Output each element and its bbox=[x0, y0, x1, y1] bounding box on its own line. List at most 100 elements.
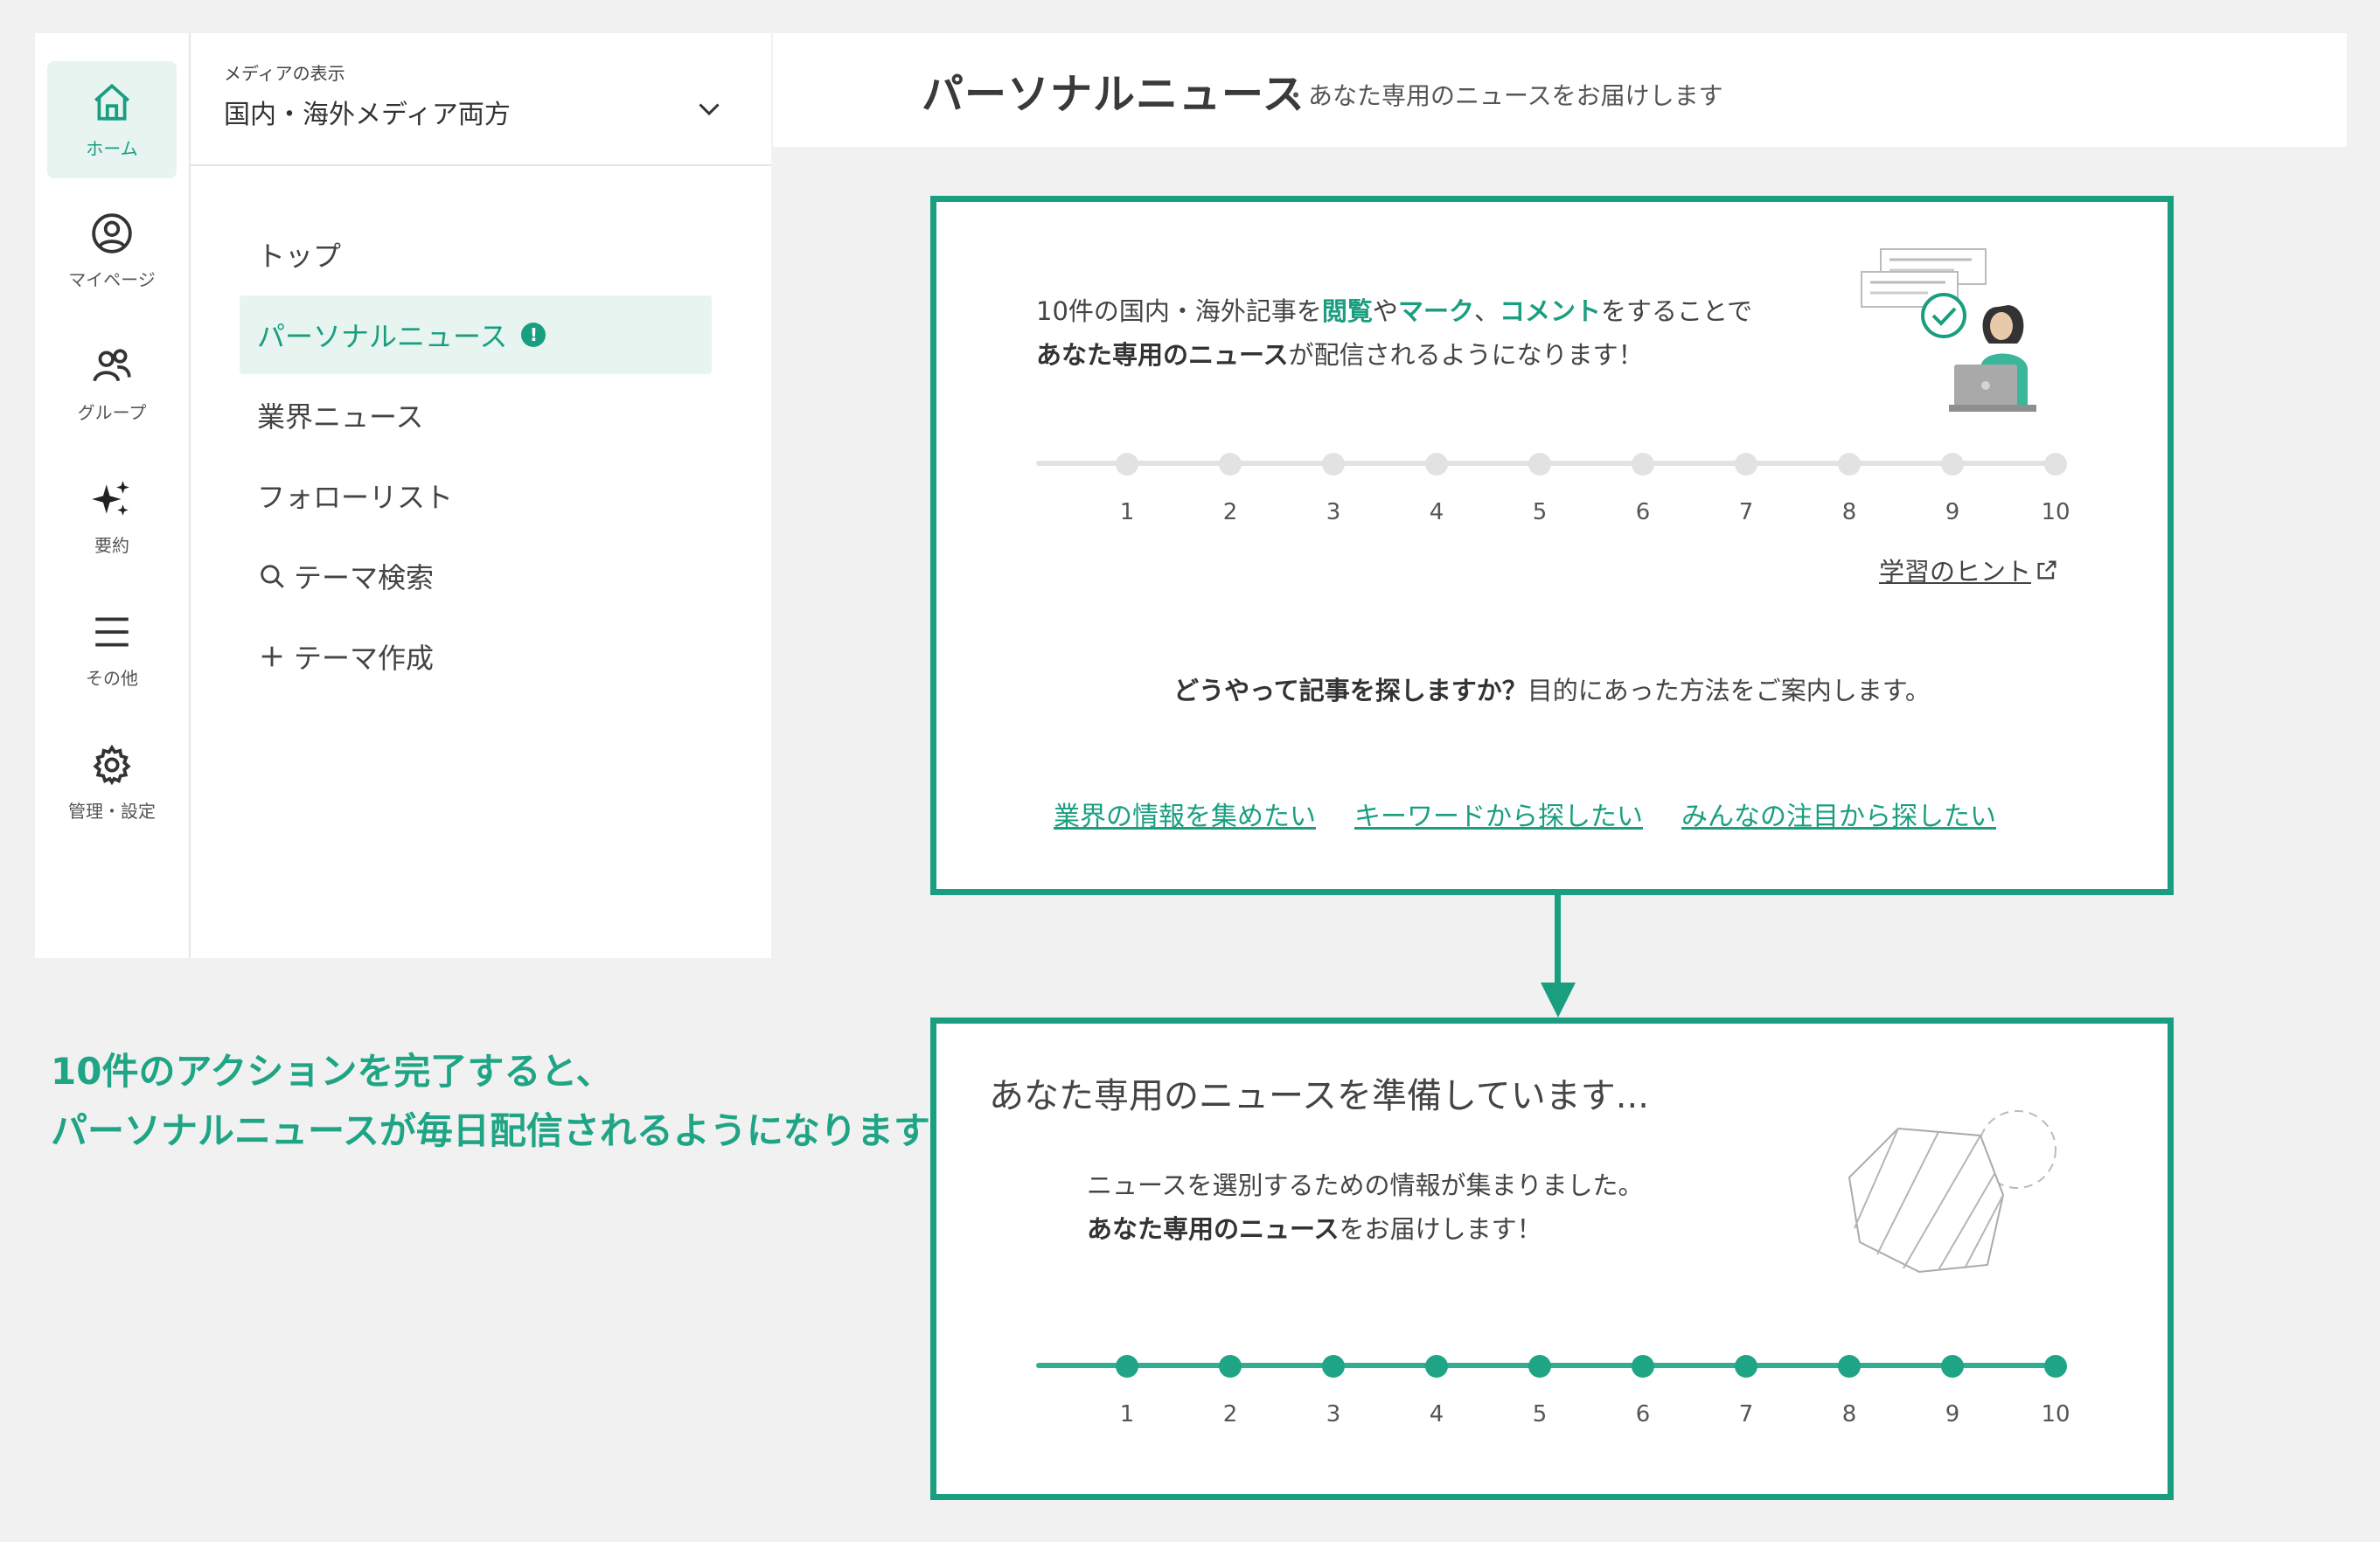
preparing-text-bold: あなた専用のニュース bbox=[1087, 1214, 1340, 1244]
progress-after-step-label: 2 bbox=[1222, 1401, 1238, 1427]
chevron-down-icon bbox=[699, 103, 720, 116]
progress-before-step-label: 6 bbox=[1635, 499, 1651, 525]
progress-after-step-label: 6 bbox=[1635, 1401, 1651, 1427]
nav-item-theme-create-label: テーマ作成 bbox=[294, 642, 435, 675]
progress-before-step-dot bbox=[1632, 453, 1654, 476]
progress-after-step-label: 3 bbox=[1326, 1401, 1341, 1427]
caption-line1: 10件のアクションを完了すると、 bbox=[51, 1050, 613, 1093]
flow-connector bbox=[1555, 895, 1561, 986]
progress-after-step-dot bbox=[2044, 1355, 2067, 1378]
caption-line2: パーソナルニュースが毎日配信されるようになります bbox=[51, 1109, 930, 1152]
progress-after-step-dot bbox=[1528, 1355, 1551, 1378]
intro-text-part: が配信されるようになります！ bbox=[1288, 340, 1644, 370]
arrow-down-icon bbox=[1541, 983, 1576, 1018]
user-icon bbox=[92, 212, 132, 254]
link-industry-info[interactable]: 業界の情報を集めたい bbox=[1054, 795, 1316, 833]
nav-item-theme-search[interactable]: テーマ検索 bbox=[240, 537, 712, 615]
link-keyword-search[interactable]: キーワードから探したい bbox=[1354, 795, 1643, 833]
nav-item-personal-news-label: パーソナルニュース bbox=[257, 320, 508, 353]
progress-after-step-dot bbox=[1941, 1355, 1964, 1378]
preparing-text: ニュースを選別するための情報が集まりました。 あなた専用のニュースをお届けします… bbox=[1087, 1163, 1644, 1251]
rail-group[interactable]: グループ bbox=[47, 325, 177, 442]
preparing-text-line1: ニュースを選別するための情報が集まりました。 bbox=[1087, 1170, 1644, 1200]
progress-before: 1 2 3 4 5 6 7 8 9 10 bbox=[1036, 443, 2070, 531]
media-display-select[interactable]: メディアの表示 国内・海外メディア両方 bbox=[191, 33, 771, 166]
nav-item-follow-list[interactable]: フォローリスト bbox=[240, 456, 712, 535]
progress-after-step-dot bbox=[1735, 1355, 1757, 1378]
preparing-title: あなた専用のニュースを準備しています... bbox=[989, 1076, 1649, 1116]
progress-before-step-dot bbox=[1838, 453, 1861, 476]
progress-before-step-dot bbox=[1116, 453, 1138, 476]
progress-before-step-label: 3 bbox=[1326, 499, 1341, 525]
nav-item-industry-news[interactable]: 業界ニュース bbox=[240, 376, 712, 455]
progress-before-step-dot bbox=[1425, 453, 1448, 476]
intro-text: 10件の国内・海外記事を閲覧やマーク、コメントをすることで あなた専用のニュース… bbox=[1036, 289, 1752, 377]
explanation-caption: 10件のアクションを完了すると、 パーソナルニュースが毎日配信されるようになりま… bbox=[51, 1042, 930, 1161]
progress-after-step-dot bbox=[1116, 1355, 1138, 1378]
learning-hint-label: 学習のヒント bbox=[1879, 557, 2032, 587]
intro-text-part: をすることで bbox=[1600, 296, 1753, 326]
group-icon bbox=[93, 348, 131, 381]
progress-before-step-label: 5 bbox=[1532, 499, 1548, 525]
progress-after-step-dot bbox=[1219, 1355, 1242, 1378]
intro-text-part: 10件の国内・海外記事を bbox=[1036, 296, 1322, 326]
rail-summary-label: 要約 bbox=[94, 534, 129, 556]
progress-before-step-dot bbox=[1322, 453, 1345, 476]
rail-mypage[interactable]: マイページ bbox=[47, 192, 177, 309]
rail-other[interactable]: その他 bbox=[47, 591, 177, 708]
plus-icon bbox=[261, 646, 282, 667]
home-icon bbox=[94, 83, 129, 121]
question-rest: 目的にあった方法をご案内します。 bbox=[1527, 676, 1931, 705]
sparkle-icon bbox=[92, 480, 129, 516]
progress-after-step-label: 8 bbox=[1841, 1401, 1857, 1427]
progress-after-step-dot bbox=[1322, 1355, 1345, 1378]
rail-settings[interactable]: 管理・設定 bbox=[47, 724, 177, 841]
rail-home[interactable]: ホーム bbox=[47, 61, 177, 178]
progress-before-step-dot bbox=[1735, 453, 1757, 476]
progress-after-step-label: 9 bbox=[1945, 1401, 1960, 1427]
nav-item-personal-news[interactable]: パーソナルニュース ! bbox=[240, 295, 712, 374]
nav-item-top-label: トップ bbox=[257, 240, 342, 273]
progress-before-step-label: 9 bbox=[1945, 499, 1960, 525]
progress-after-step-label: 1 bbox=[1119, 1401, 1135, 1427]
external-link-icon bbox=[2037, 560, 2056, 580]
alert-badge-icon: ! bbox=[521, 323, 546, 347]
preparing-news-panel: あなた専用のニュースを準備しています... ニュースを選別するための情報が集まり… bbox=[930, 1018, 2174, 1500]
intro-highlight-view: 閲覧 bbox=[1321, 296, 1373, 326]
progress-before-step-label: 1 bbox=[1119, 499, 1135, 525]
media-display-caption: メディアの表示 bbox=[224, 63, 345, 84]
rail-settings-label: 管理・設定 bbox=[68, 800, 156, 822]
preparing-text-rest: をお届けします！ bbox=[1339, 1214, 1542, 1244]
sub-navigation: メディアの表示 国内・海外メディア両方 トップ パーソナルニュース ! 業界ニュ… bbox=[191, 33, 771, 958]
intro-bold: あなた専用のニュース bbox=[1036, 340, 1289, 370]
progress-after: 1 2 3 4 5 6 7 8 9 10 bbox=[1036, 1345, 2070, 1433]
intro-highlight-mark: マーク bbox=[1397, 296, 1474, 326]
learning-hint-link[interactable]: 学習のヒント bbox=[1879, 552, 2059, 588]
person-laptop-illustration bbox=[1861, 248, 2036, 412]
progress-before-step-dot bbox=[1219, 453, 1242, 476]
rail-group-label: グループ bbox=[77, 401, 147, 423]
intro-text-part: や bbox=[1372, 296, 1398, 326]
nav-item-theme-create[interactable]: テーマ作成 bbox=[240, 617, 712, 696]
progress-before-step-dot bbox=[1528, 453, 1551, 476]
progress-after-step-label: 5 bbox=[1532, 1401, 1548, 1427]
progress-after-step-label: 10 bbox=[2041, 1401, 2070, 1427]
gear-icon bbox=[93, 744, 131, 785]
icon-rail: ホーム マイページ グループ 要約 その他 管理・設定 bbox=[35, 33, 191, 958]
rail-mypage-label: マイページ bbox=[68, 268, 156, 290]
menu-icon bbox=[95, 617, 129, 646]
page-subtitle: ・あなた専用のニュースをお届けします bbox=[1284, 81, 1723, 110]
rail-summary[interactable]: 要約 bbox=[47, 458, 177, 575]
nav-item-top[interactable]: トップ bbox=[240, 215, 712, 294]
learning-progress-panel: 10件の国内・海外記事を閲覧やマーク、コメントをすることで あなた専用のニュース… bbox=[930, 196, 2174, 895]
search-question: どうやって記事を探しますか？目的にあった方法をご案内します。 bbox=[936, 670, 2168, 707]
link-trending-search[interactable]: みんなの注目から探したい bbox=[1681, 795, 1996, 833]
progress-before-step-dot bbox=[2044, 453, 2067, 476]
progress-after-step-dot bbox=[1425, 1355, 1448, 1378]
search-icon bbox=[261, 565, 284, 588]
rail-other-label: その他 bbox=[86, 667, 138, 689]
progress-after-step-dot bbox=[1632, 1355, 1654, 1378]
nav-item-follow-list-label: フォローリスト bbox=[257, 481, 454, 514]
progress-before-step-label: 8 bbox=[1841, 499, 1857, 525]
nav-item-industry-news-label: 業界ニュース bbox=[257, 400, 424, 434]
